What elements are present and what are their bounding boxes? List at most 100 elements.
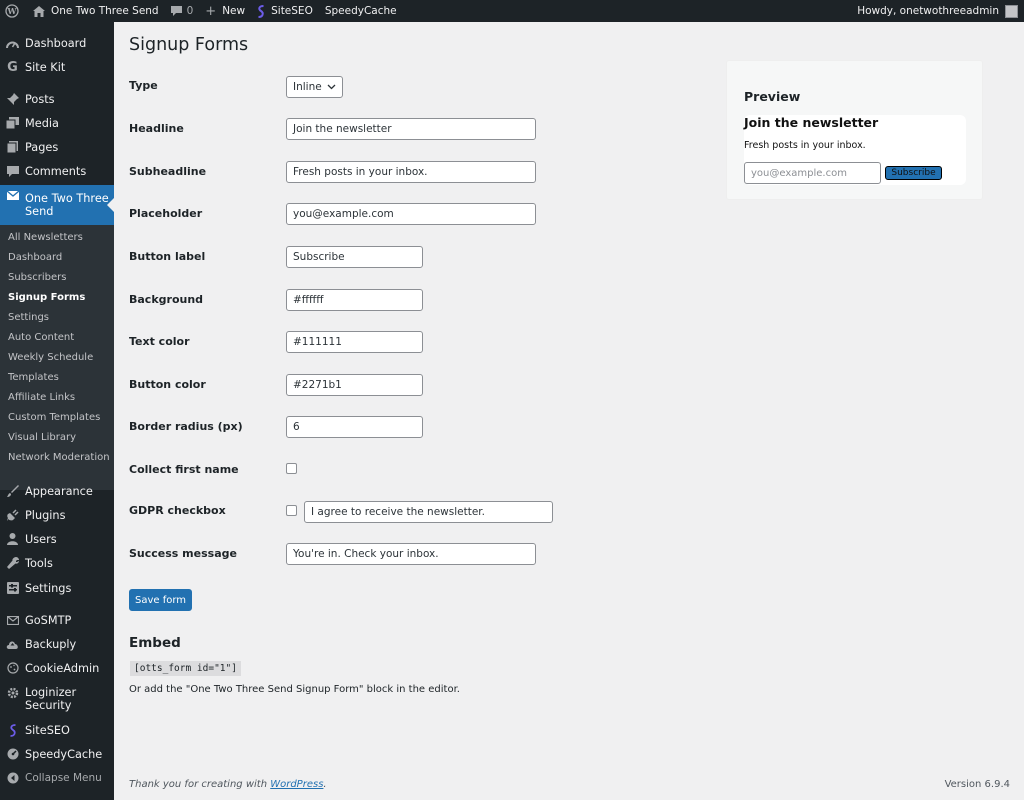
menu-comments[interactable]: Comments <box>0 163 114 179</box>
menu-plugins-label: Plugins <box>25 508 66 522</box>
my-account-link[interactable]: Howdy, onetwothreeadmin <box>851 0 1024 22</box>
menu-users[interactable]: Users <box>0 531 114 547</box>
mail-icon <box>0 615 25 625</box>
page-title: Signup Forms <box>129 35 249 55</box>
collect-first-name-checkbox[interactable] <box>286 463 297 474</box>
background-color-input[interactable]: #ffffff <box>286 289 423 311</box>
collapse-menu-button[interactable]: Collapse Menu <box>0 770 114 786</box>
submenu-signup-forms[interactable]: Signup Forms <box>8 292 85 303</box>
embed-heading: Embed <box>129 635 181 651</box>
menu-posts-label: Posts <box>25 92 55 106</box>
submenu-visual-library[interactable]: Visual Library <box>8 432 76 443</box>
dashboard-gauge-icon <box>0 38 25 49</box>
submenu-dashboard[interactable]: Dashboard <box>8 252 62 263</box>
preview-headline: Join the newsletter <box>744 115 879 130</box>
preview-panel: Preview Join the newsletter Fresh posts … <box>726 60 983 200</box>
headline-input[interactable]: Join the newsletter <box>286 118 536 140</box>
menu-siteseo-label: SiteSEO <box>25 723 70 737</box>
menu-loginizer-label: Loginizer Security <box>25 686 76 712</box>
menu-media-label: Media <box>25 116 59 130</box>
gear-icon <box>0 687 25 699</box>
text-color-label: Text color <box>129 335 190 348</box>
success-message-label: Success message <box>129 547 237 560</box>
submenu-all-newsletters[interactable]: All Newsletters <box>8 232 83 243</box>
menu-settings[interactable]: Settings <box>0 580 114 596</box>
submenu-custom-templates[interactable]: Custom Templates <box>8 412 100 423</box>
menu-loginizer-line2: Security <box>25 699 72 712</box>
menu-plugins[interactable]: Plugins <box>0 507 114 523</box>
preview-title: Preview <box>744 89 801 104</box>
collect-first-name-label: Collect first name <box>129 463 239 476</box>
comments-count: 0 <box>186 5 194 17</box>
save-form-button[interactable]: Save form <box>129 589 192 611</box>
menu-cookieadmin[interactable]: CookieAdmin <box>0 660 114 676</box>
placeholder-input[interactable]: you@example.com <box>286 203 536 225</box>
menu-sitekit[interactable]: G Site Kit <box>0 59 114 75</box>
menu-plugin-line1: One Two Three <box>25 192 109 205</box>
siteseo-menu-icon <box>0 723 25 737</box>
border-radius-input[interactable]: 6 <box>286 416 423 438</box>
wordpress-logo-button[interactable]: W <box>0 0 25 22</box>
footer-thanks-suffix: . <box>323 779 327 790</box>
new-content-link[interactable]: + New <box>199 0 251 22</box>
button-color-input[interactable]: #2271b1 <box>286 374 423 396</box>
menu-posts[interactable]: Posts <box>0 91 114 107</box>
preview-form: Join the newsletter Fresh posts in your … <box>744 115 966 185</box>
submenu-auto-content[interactable]: Auto Content <box>8 332 74 343</box>
menu-dashboard-label: Dashboard <box>25 36 87 50</box>
wrench-icon <box>0 557 25 569</box>
button-color-label: Button color <box>129 378 206 391</box>
menu-one-two-three-send-label: One Two Three Send <box>25 192 109 218</box>
menu-backuply[interactable]: Backuply <box>0 636 114 652</box>
submenu-settings[interactable]: Settings <box>8 312 49 323</box>
envelope-icon <box>0 191 25 200</box>
plugin-submenu: All Newsletters Dashboard Subscribers Si… <box>0 225 114 490</box>
comment-bubble-icon <box>170 6 182 16</box>
preview-subscribe-button[interactable]: Subscribe <box>885 166 942 180</box>
comments-link[interactable]: 0 <box>165 0 200 22</box>
menu-speedycache[interactable]: SpeedyCache <box>0 746 114 762</box>
menu-pages[interactable]: Pages <box>0 139 114 155</box>
submenu-templates[interactable]: Templates <box>8 372 59 383</box>
menu-users-label: Users <box>25 532 57 546</box>
gdpr-checkbox[interactable] <box>286 505 297 516</box>
menu-siteseo[interactable]: SiteSEO <box>0 722 114 738</box>
menu-one-two-three-send[interactable]: One Two Three Send <box>0 185 114 225</box>
success-message-input[interactable]: You're in. Check your inbox. <box>286 543 536 565</box>
subheadline-input[interactable]: Fresh posts in your inbox. <box>286 161 536 183</box>
wordpress-link[interactable]: WordPress <box>270 779 323 790</box>
gdpr-text-input[interactable]: I agree to receive the newsletter. <box>304 501 553 523</box>
collapse-arrow-icon <box>0 772 25 784</box>
headline-label: Headline <box>129 122 184 135</box>
submenu-affiliate-links[interactable]: Affiliate Links <box>8 392 75 403</box>
admin-menu: Dashboard G Site Kit Posts Media Pages C… <box>0 22 114 800</box>
site-name-link[interactable]: One Two Three Send <box>25 0 165 22</box>
menu-tools-label: Tools <box>25 556 53 570</box>
button-label-input[interactable]: Subscribe <box>286 246 423 268</box>
menu-loginizer-security[interactable]: Loginizer Security <box>0 685 114 713</box>
menu-sitekit-label: Site Kit <box>25 60 66 74</box>
speedycache-link[interactable]: SpeedyCache <box>319 0 403 22</box>
submenu-network-moderation[interactable]: Network Moderation <box>8 452 110 463</box>
home-icon <box>33 5 45 17</box>
gdpr-label: GDPR checkbox <box>129 504 226 517</box>
menu-comments-label: Comments <box>25 164 87 178</box>
siteseo-link[interactable]: SiteSEO <box>251 0 319 22</box>
background-label: Background <box>129 293 204 306</box>
submenu-subscribers[interactable]: Subscribers <box>8 272 66 283</box>
paintbrush-icon <box>0 485 25 497</box>
media-icon <box>0 117 25 129</box>
menu-media[interactable]: Media <box>0 115 114 131</box>
type-select[interactable]: Inline <box>286 76 343 98</box>
menu-gosmtp[interactable]: GoSMTP <box>0 612 114 628</box>
menu-appearance[interactable]: Appearance <box>0 483 114 499</box>
pushpin-icon <box>0 93 25 105</box>
preview-email-input[interactable]: you@example.com <box>744 162 881 184</box>
subheadline-label: Subheadline <box>129 165 207 178</box>
menu-dashboard[interactable]: Dashboard <box>0 35 114 51</box>
footer-thanks-prefix: Thank you for creating with <box>129 779 271 790</box>
menu-tools[interactable]: Tools <box>0 555 114 571</box>
menu-gosmtp-label: GoSMTP <box>25 613 72 627</box>
text-color-input[interactable]: #111111 <box>286 331 423 353</box>
submenu-weekly-schedule[interactable]: Weekly Schedule <box>8 352 93 363</box>
